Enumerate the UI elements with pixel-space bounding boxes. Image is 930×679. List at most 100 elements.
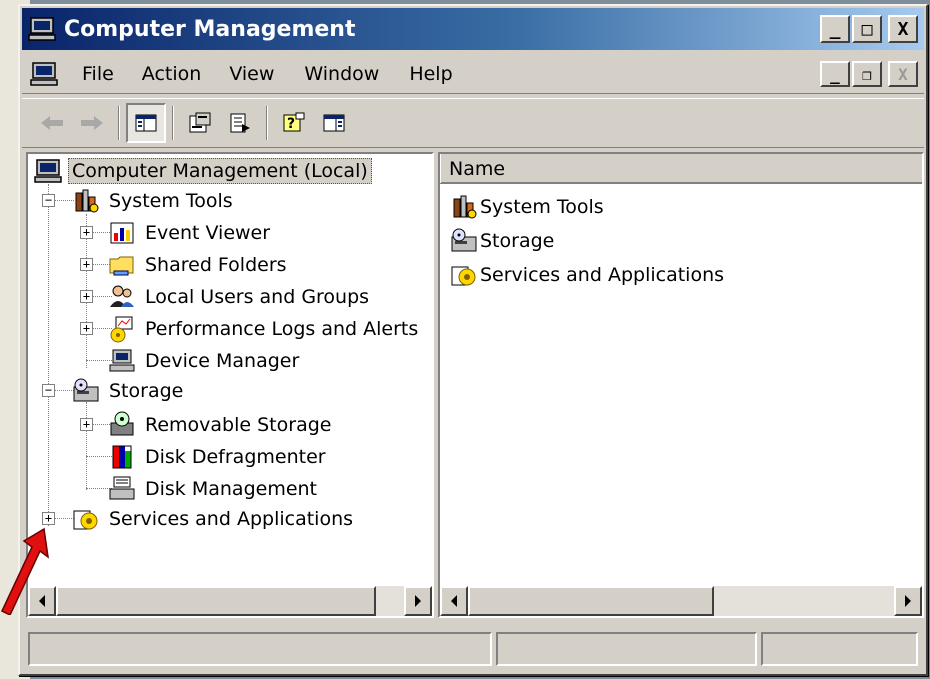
computer-management-window: Computer Management _ □ X File Action Vi… bbox=[18, 4, 928, 676]
tree-item-computer-management[interactable]: Computer Management (Local) bbox=[34, 156, 372, 186]
list-item-storage[interactable]: Storage bbox=[450, 226, 554, 256]
menu-help[interactable]: Help bbox=[409, 63, 452, 85]
tree-item-label: Removable Storage bbox=[145, 414, 332, 436]
scroll-right-button[interactable] bbox=[404, 586, 432, 616]
scroll-thumb[interactable] bbox=[56, 586, 376, 616]
minimize-button[interactable]: _ bbox=[820, 15, 850, 43]
tree-item-label: Services and Applications bbox=[109, 508, 354, 530]
toolbar-separator bbox=[266, 106, 268, 140]
tree-item-device-manager[interactable]: Device Manager bbox=[108, 346, 302, 376]
toolbar-separator bbox=[118, 106, 120, 140]
scroll-left-button[interactable] bbox=[440, 586, 468, 616]
expand-event-viewer-toggle[interactable]: + bbox=[80, 226, 93, 239]
list-item-label: System Tools bbox=[480, 196, 604, 218]
scroll-right-button[interactable] bbox=[894, 586, 922, 616]
expand-shared-folders-toggle[interactable]: + bbox=[80, 258, 93, 271]
tree-item-services-applications[interactable]: Services and Applications bbox=[72, 504, 356, 534]
console-tree-pane[interactable]: − + + + + − + + Computer Management (Loc… bbox=[26, 152, 434, 618]
storage-icon bbox=[451, 228, 477, 252]
title-bar[interactable]: Computer Management _ □ X bbox=[22, 8, 924, 50]
tree-item-disk-management[interactable]: Disk Management bbox=[108, 474, 320, 504]
forward-button[interactable] bbox=[72, 103, 112, 143]
system-menu-icon[interactable] bbox=[30, 61, 58, 87]
tree-item-label: System Tools bbox=[109, 190, 233, 212]
tree-item-label: Computer Management (Local) bbox=[68, 158, 372, 184]
help-icon: ? bbox=[283, 112, 305, 132]
details-pane[interactable]: Name System Tools Storage Services and A… bbox=[438, 152, 924, 618]
status-panel-main bbox=[28, 632, 492, 666]
expand-local-users-toggle[interactable]: + bbox=[80, 290, 93, 303]
tree-item-label: Storage bbox=[109, 380, 184, 402]
scroll-track[interactable] bbox=[56, 586, 404, 616]
disk-management-icon bbox=[109, 476, 135, 500]
storage-icon bbox=[73, 378, 99, 402]
shared-folder-icon bbox=[109, 256, 134, 276]
menu-file[interactable]: File bbox=[82, 63, 114, 85]
status-bar bbox=[22, 626, 924, 670]
tree-item-shared-folders[interactable]: Shared Folders bbox=[108, 250, 290, 280]
collapse-system-tools-toggle[interactable]: − bbox=[42, 194, 55, 207]
computer-icon bbox=[34, 159, 62, 183]
tree-item-system-tools[interactable]: System Tools bbox=[72, 186, 236, 216]
forward-icon bbox=[81, 116, 103, 130]
properties-button[interactable] bbox=[180, 103, 220, 143]
maximize-button[interactable]: □ bbox=[852, 15, 882, 43]
tree-item-label: Device Manager bbox=[145, 350, 300, 372]
tree-item-label: Disk Management bbox=[145, 478, 318, 500]
window-title: Computer Management bbox=[64, 16, 356, 42]
tree-item-label: Performance Logs and Alerts bbox=[145, 318, 419, 340]
scroll-track[interactable] bbox=[468, 586, 894, 616]
system-tools-icon bbox=[75, 189, 99, 213]
expand-removable-storage-toggle[interactable]: + bbox=[80, 418, 93, 431]
back-icon bbox=[41, 116, 63, 130]
menu-view[interactable]: View bbox=[229, 63, 274, 85]
system-tools-icon bbox=[453, 195, 477, 219]
removable-storage-icon bbox=[110, 411, 134, 436]
maximize-glyph: □ bbox=[861, 18, 873, 40]
device-manager-icon bbox=[109, 349, 135, 372]
tree-horizontal-scrollbar[interactable] bbox=[28, 586, 432, 616]
child-close-button[interactable]: X bbox=[888, 61, 918, 87]
show-hide-action-pane-button[interactable] bbox=[314, 103, 354, 143]
right-arrow-icon bbox=[415, 595, 421, 607]
scroll-thumb[interactable] bbox=[468, 586, 714, 616]
services-applications-icon bbox=[451, 266, 476, 286]
list-item-system-tools[interactable]: System Tools bbox=[450, 192, 604, 222]
column-header-name[interactable]: Name bbox=[440, 154, 918, 183]
status-panel-middle bbox=[495, 632, 757, 666]
tree-item-performance-logs[interactable]: Performance Logs and Alerts bbox=[108, 314, 421, 344]
services-applications-icon bbox=[73, 510, 98, 530]
properties-icon bbox=[189, 112, 211, 133]
list-item-services-applications[interactable]: Services and Applications bbox=[450, 260, 724, 290]
expand-perf-logs-toggle[interactable]: + bbox=[80, 322, 93, 335]
details-horizontal-scrollbar[interactable] bbox=[440, 586, 922, 616]
child-close-glyph: X bbox=[898, 64, 908, 84]
tree-item-label: Shared Folders bbox=[145, 254, 287, 276]
show-hide-tree-button[interactable] bbox=[126, 103, 166, 143]
close-button[interactable]: X bbox=[888, 15, 918, 43]
export-list-button[interactable] bbox=[220, 103, 260, 143]
performance-logs-icon bbox=[110, 316, 133, 343]
child-minimize-glyph: _ bbox=[830, 64, 840, 84]
child-restore-glyph: ❐ bbox=[862, 64, 872, 84]
tree-item-disk-defragmenter[interactable]: Disk Defragmenter bbox=[108, 442, 329, 472]
menu-window[interactable]: Window bbox=[304, 63, 379, 85]
collapse-storage-toggle[interactable]: − bbox=[42, 384, 55, 397]
show-hide-tree-icon bbox=[135, 114, 157, 132]
child-minimize-button[interactable]: _ bbox=[820, 61, 850, 87]
tree-item-removable-storage[interactable]: Removable Storage bbox=[108, 410, 334, 440]
tree-item-label: Disk Defragmenter bbox=[145, 446, 326, 468]
tree-item-storage[interactable]: Storage bbox=[72, 376, 186, 406]
export-list-icon bbox=[230, 113, 250, 133]
left-arrow-icon bbox=[451, 595, 457, 607]
back-button[interactable] bbox=[32, 103, 72, 143]
menu-action[interactable]: Action bbox=[142, 63, 202, 85]
help-button[interactable]: ? bbox=[274, 103, 314, 143]
disk-defragmenter-icon bbox=[112, 445, 132, 469]
tree-item-local-users-groups[interactable]: Local Users and Groups bbox=[108, 282, 372, 312]
computer-icon bbox=[28, 17, 56, 41]
child-restore-button[interactable]: ❐ bbox=[852, 61, 882, 87]
right-arrow-icon bbox=[905, 595, 911, 607]
tree-item-event-viewer[interactable]: Event Viewer bbox=[108, 218, 273, 248]
event-viewer-icon bbox=[110, 222, 134, 244]
